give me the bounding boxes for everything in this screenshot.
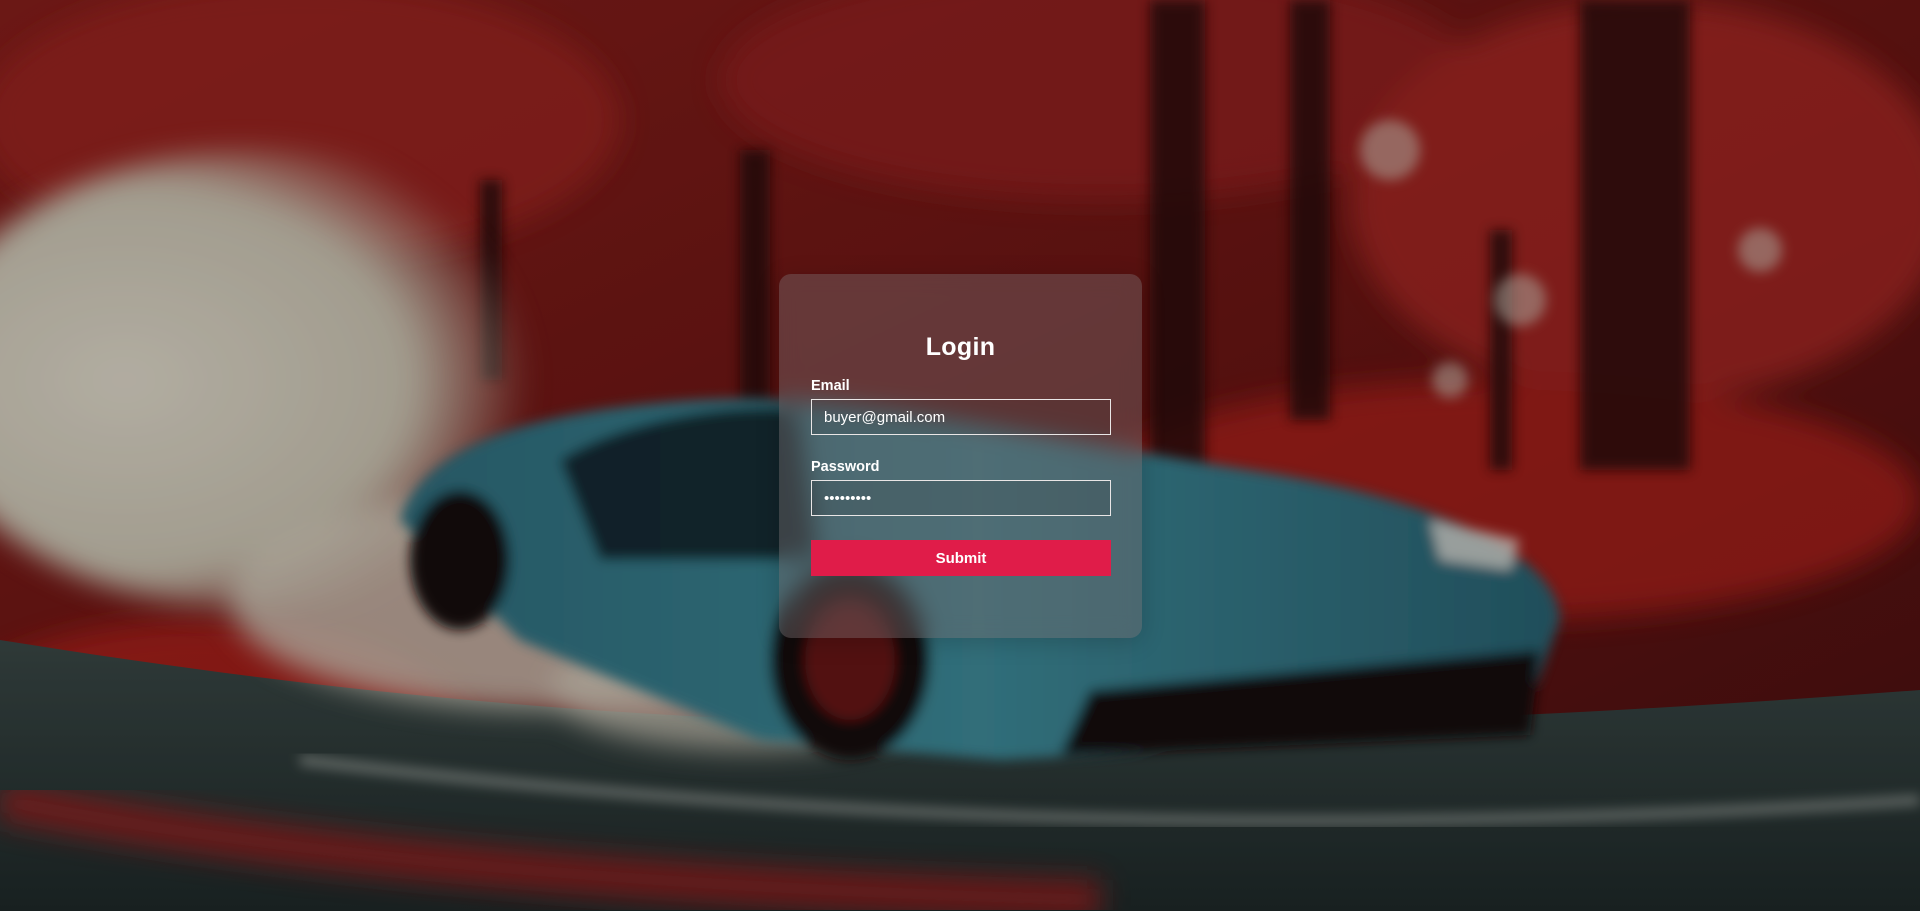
login-title: Login [925,333,996,361]
email-field[interactable] [811,399,1111,435]
password-field[interactable] [811,480,1111,516]
submit-button[interactable]: Submit [811,540,1111,576]
email-label: Email [811,378,850,394]
login-card: Login Email Password Submit [779,274,1142,638]
password-label: Password [811,459,880,475]
login-page: Login Email Password Submit [0,0,1920,911]
